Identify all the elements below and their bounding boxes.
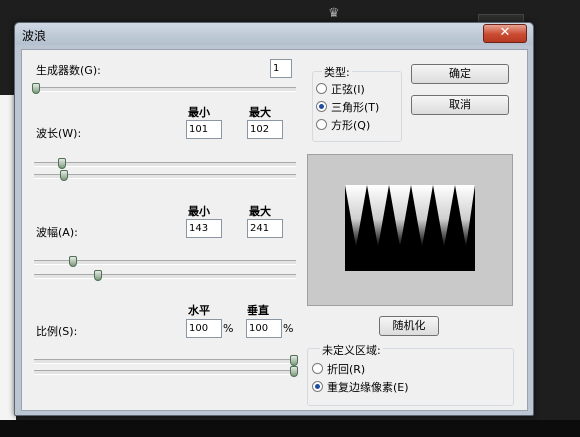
generators-slider-track[interactable] [34,87,296,92]
scale-v-unit: % [283,322,294,335]
amplitude-min-input[interactable]: 143 [186,219,222,238]
generators-slider-thumb[interactable] [32,83,40,94]
square-radio[interactable] [316,119,327,130]
wavelength-min-header: 最小 [188,106,210,119]
scale-v-input[interactable]: 100 [246,319,282,338]
dialog-client-area: 生成器数(G): 1 最小 最大 101 102 波长(W): 最小 最大 14… [21,49,528,411]
sine-label[interactable]: 正弦(I) [331,81,365,97]
repeat-edge-radio[interactable] [312,381,323,392]
amplitude-max-input[interactable]: 241 [247,219,283,238]
close-button[interactable]: ✕ [483,24,527,43]
background-canvas-bottom [0,420,580,437]
triangle-label[interactable]: 三角形(T) [331,99,379,115]
close-icon: ✕ [499,25,511,40]
wavelength-min-slider-track[interactable] [34,162,296,167]
amplitude-min-header: 最小 [188,205,210,218]
repeat-edge-label[interactable]: 重复边缘像素(E) [327,379,409,395]
preview-panel [307,154,513,306]
amplitude-max-slider-thumb[interactable] [94,270,102,281]
app-logo-icon: ♛ [328,6,340,21]
scale-v-slider-thumb[interactable] [290,366,298,377]
ok-button[interactable]: 确定 [411,64,509,84]
wavelength-max-slider-thumb[interactable] [60,170,68,181]
wrap-radio[interactable] [312,363,323,374]
sine-radio[interactable] [316,83,327,94]
type-group-title: 类型: [322,64,352,80]
wavelength-min-input[interactable]: 101 [186,120,222,139]
wavelength-max-input[interactable]: 102 [247,120,283,139]
dialog-titlebar: 波浪 ✕ [15,23,533,45]
amplitude-max-slider-track[interactable] [34,274,296,279]
scale-h-unit: % [223,322,234,335]
wavelength-max-slider-track[interactable] [34,174,296,179]
wavelength-max-header: 最大 [249,106,271,119]
triangle-radio[interactable] [316,101,327,112]
wave-dialog: 波浪 ✕ 生成器数(G): 1 最小 最大 101 102 波长(W): 最小 … [14,22,534,416]
wavelength-min-slider-thumb[interactable] [58,158,66,169]
square-label[interactable]: 方形(Q) [331,117,370,133]
scale-h-header: 水平 [188,304,210,317]
amplitude-max-header: 最大 [249,205,271,218]
cancel-button[interactable]: 取消 [411,95,509,115]
scale-h-slider-thumb[interactable] [290,355,298,366]
wave-preview-image [345,185,475,271]
randomize-button[interactable]: 随机化 [379,316,439,336]
amplitude-min-slider-thumb[interactable] [69,256,77,267]
scale-h-input[interactable]: 100 [186,319,222,338]
scale-v-header: 垂直 [247,304,269,317]
amplitude-label: 波幅(A): [36,226,78,239]
wavelength-label: 波长(W): [36,127,82,140]
scale-label: 比例(S): [36,325,78,338]
generators-input[interactable]: 1 [270,59,292,78]
undefined-area-title: 未定义区域: [320,342,383,358]
scale-h-slider-track[interactable] [34,359,296,364]
scale-v-slider-track[interactable] [34,370,296,375]
dialog-title: 波浪 [22,29,47,43]
wrap-label[interactable]: 折回(R) [327,361,365,377]
generators-label: 生成器数(G): [36,64,101,77]
